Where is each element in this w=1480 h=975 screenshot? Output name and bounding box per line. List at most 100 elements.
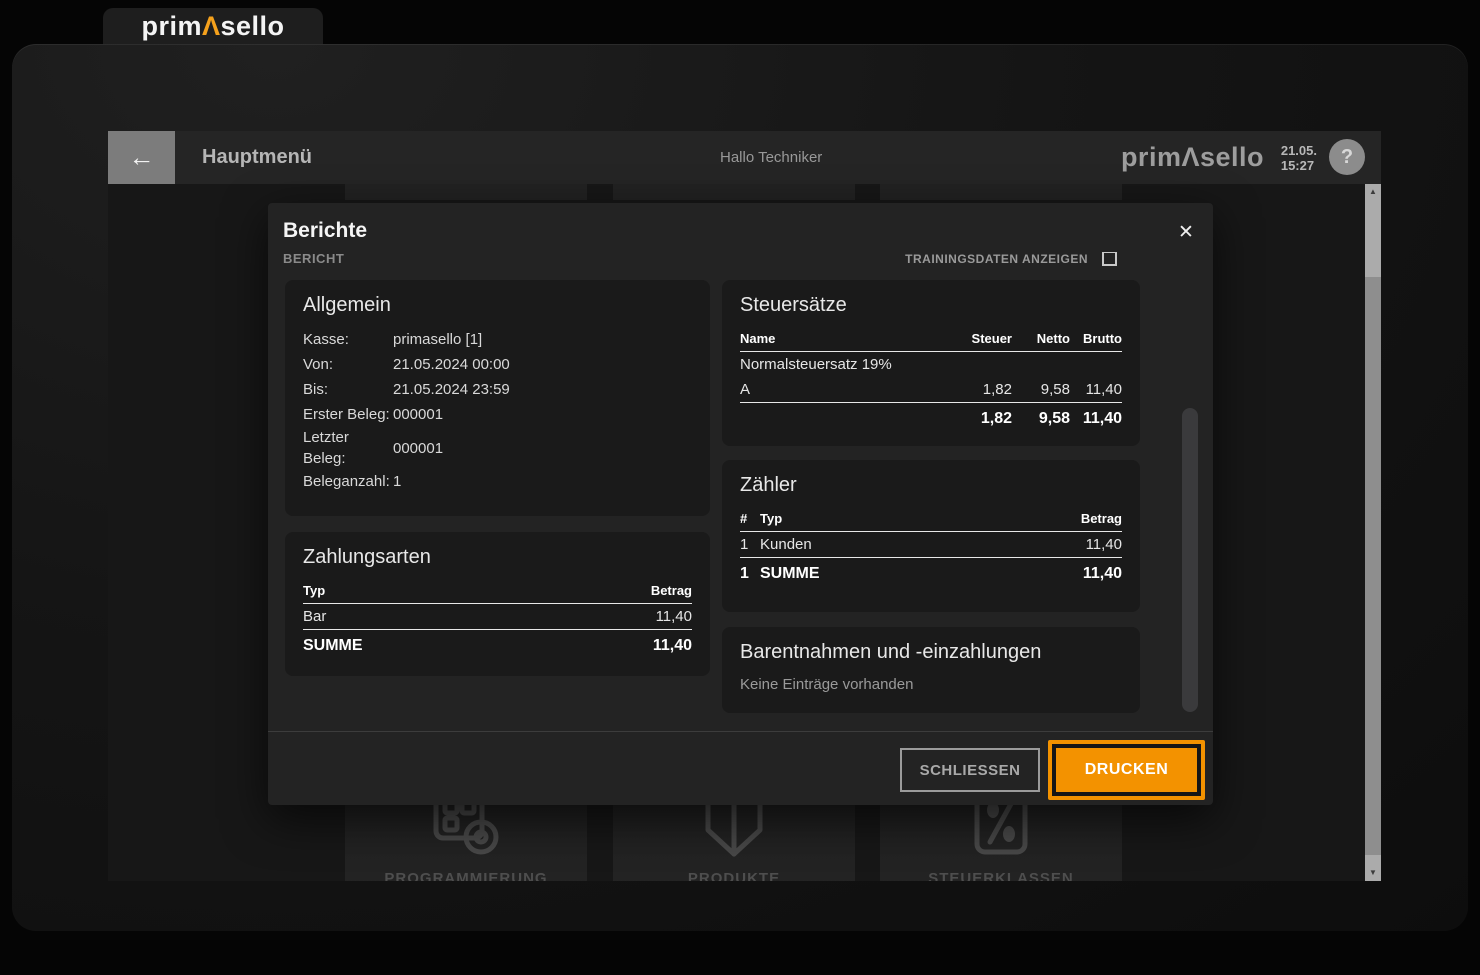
scroll-down-icon[interactable]: ▼ (1365, 868, 1381, 877)
date-text: 21.05. (1280, 142, 1317, 158)
info-row: Letzter Beleg: 000001 (303, 427, 692, 469)
info-label: Von: (303, 356, 334, 373)
total-brutto: 11,40 (1082, 410, 1122, 427)
col-typ: Typ (303, 583, 326, 598)
drucken-button[interactable]: DRUCKEN (1056, 748, 1197, 792)
menu-tile-top-3[interactable] (880, 184, 1122, 200)
logo-lambda-icon: Λ (1181, 142, 1200, 172)
group-label: Normalsteuersatz 19% (740, 356, 892, 373)
table-row: 1 Kunden 11,40 (740, 532, 1122, 558)
total-label: SUMME (760, 565, 820, 582)
close-button[interactable]: ✕ (1171, 217, 1201, 247)
col-brutto: Brutto (1083, 331, 1122, 346)
col-num: # (740, 511, 748, 526)
cell-betrag: 11,40 (1085, 536, 1122, 553)
header-logo: prim Λsello (1121, 131, 1264, 184)
col-steuer: Steuer (971, 331, 1012, 346)
tile-label: STEUERKLASSEN (928, 870, 1074, 881)
page-scrollbar-track[interactable]: ▲ ▼ (1365, 184, 1381, 881)
modal-scrollbar-thumb[interactable] (1182, 408, 1198, 712)
panel-zahlungsarten: Zahlungsarten Typ Betrag Bar 11,40 SUMME… (285, 532, 710, 676)
user-greeting: Hallo Techniker (720, 149, 823, 166)
table-total-row: 1 SUMME 11,40 (740, 558, 1122, 587)
scroll-up-icon[interactable]: ▲ (1365, 187, 1381, 196)
table-total-row: 1,82 9,58 11,40 (740, 403, 1122, 432)
total-label: SUMME (303, 637, 363, 654)
dialog-title: Berichte (283, 219, 368, 242)
col-typ: Typ (760, 511, 783, 526)
back-arrow-icon: ← (128, 142, 155, 172)
logo-post: sello (1199, 142, 1264, 172)
cell-name: A (740, 381, 751, 398)
info-row: Kasse: primasello [1] (303, 327, 692, 352)
table-header: # Typ Betrag (740, 507, 1122, 532)
info-value: 000001 (393, 406, 444, 423)
table-total-row: SUMME 11,40 (303, 630, 692, 659)
info-value: primasello [1] (393, 331, 483, 348)
panel-title: Zahlungsarten (303, 546, 431, 568)
schliessen-button[interactable]: SCHLIESSEN (900, 748, 1040, 792)
col-name: Name (740, 331, 776, 346)
info-label: Bis: (303, 381, 329, 398)
table-header: Typ Betrag (303, 579, 692, 604)
cell-typ: Bar (303, 608, 327, 625)
logo-pre: prim (141, 10, 202, 41)
berichte-dialog: Berichte ✕ BERICHT TRAININGSDATEN ANZEIG… (268, 203, 1213, 805)
info-row: Von: 21.05.2024 00:00 (303, 352, 692, 377)
table-row: Bar 11,40 (303, 604, 692, 630)
cell-betrag: 11,40 (655, 608, 692, 625)
table-group-row: Normalsteuersatz 19% (740, 352, 1122, 377)
help-button[interactable]: ? (1329, 139, 1365, 175)
empty-state-text: Keine Einträge vorhanden (740, 676, 914, 693)
menu-tile-top-2[interactable] (613, 184, 855, 200)
clipped-scroll-row: BERICHT TRAININGSDATEN ANZEIGEN (283, 252, 1117, 266)
col-betrag: Betrag (1080, 511, 1122, 526)
info-row: Beleganzahl: 1 (303, 469, 692, 494)
info-row: Erster Beleg: 000001 (303, 402, 692, 427)
total-steuer: 1,82 (980, 410, 1012, 427)
total-value: 11,40 (1082, 565, 1122, 582)
info-label: Kasse: (303, 331, 349, 348)
logo-lambda-icon: Λ (201, 10, 221, 41)
panel-barentnahmen: Barentnahmen und -einzahlungen Keine Ein… (722, 627, 1140, 713)
info-label: Letzter Beleg: (303, 429, 349, 467)
drucken-highlight-ring: DRUCKEN (1048, 740, 1205, 800)
tile-label: PRODUKTE (687, 870, 781, 881)
page-title: Hauptmenü (202, 146, 312, 168)
total-value: 11,40 (652, 637, 692, 654)
screen: primΛsello ← Hauptmenü Hallo Techniker p… (0, 0, 1480, 975)
info-label: Beleganzahl: (303, 473, 390, 490)
col-netto: Netto (1036, 331, 1070, 346)
total-num: 1 (740, 565, 749, 582)
cell-netto: 9,58 (1040, 381, 1070, 398)
col-betrag: Betrag (650, 583, 692, 598)
logo-pre: prim (1120, 142, 1182, 172)
time-text: 15:27 (1280, 157, 1315, 173)
cell-typ: Kunden (760, 536, 812, 553)
datetime: 21.05. 15:27 (1281, 131, 1317, 184)
panel-allgemein: Allgemein Kasse: primasello [1] Von: 21.… (285, 280, 710, 516)
cell-steuer: 1,82 (982, 381, 1012, 398)
table-header: Name Steuer Netto Brutto (740, 327, 1122, 352)
panel-title: Barentnahmen und -einzahlungen (740, 641, 1042, 663)
info-value: 1 (393, 473, 402, 490)
question-icon: ? (1340, 145, 1354, 168)
browser-tab[interactable]: primΛsello (103, 8, 323, 44)
menu-tile-top-1[interactable] (345, 184, 587, 200)
panel-title: Zähler (740, 474, 797, 496)
cell-num: 1 (740, 536, 749, 553)
dialog-footer: SCHLIESSEN DRUCKEN (268, 731, 1213, 805)
primasello-logo: primΛsello (141, 11, 284, 42)
cell-brutto: 11,40 (1085, 381, 1122, 398)
back-button[interactable]: ← (108, 131, 175, 184)
info-value: 21.05.2024 00:00 (393, 356, 510, 373)
info-label: Erster Beleg: (303, 406, 390, 423)
trainingsdaten-checkbox[interactable] (1102, 252, 1117, 266)
page-scrollbar-thumb[interactable] (1365, 277, 1381, 855)
panel-steuersaetze: Steuersätze Name Steuer Netto Brutto Nor… (722, 280, 1140, 446)
info-value: 000001 (393, 439, 444, 457)
panel-title: Allgemein (303, 294, 391, 316)
close-icon: ✕ (1178, 221, 1194, 243)
panel-title: Steuersätze (740, 294, 847, 316)
trainingsdaten-label: TRAININGSDATEN ANZEIGEN (905, 252, 1088, 266)
